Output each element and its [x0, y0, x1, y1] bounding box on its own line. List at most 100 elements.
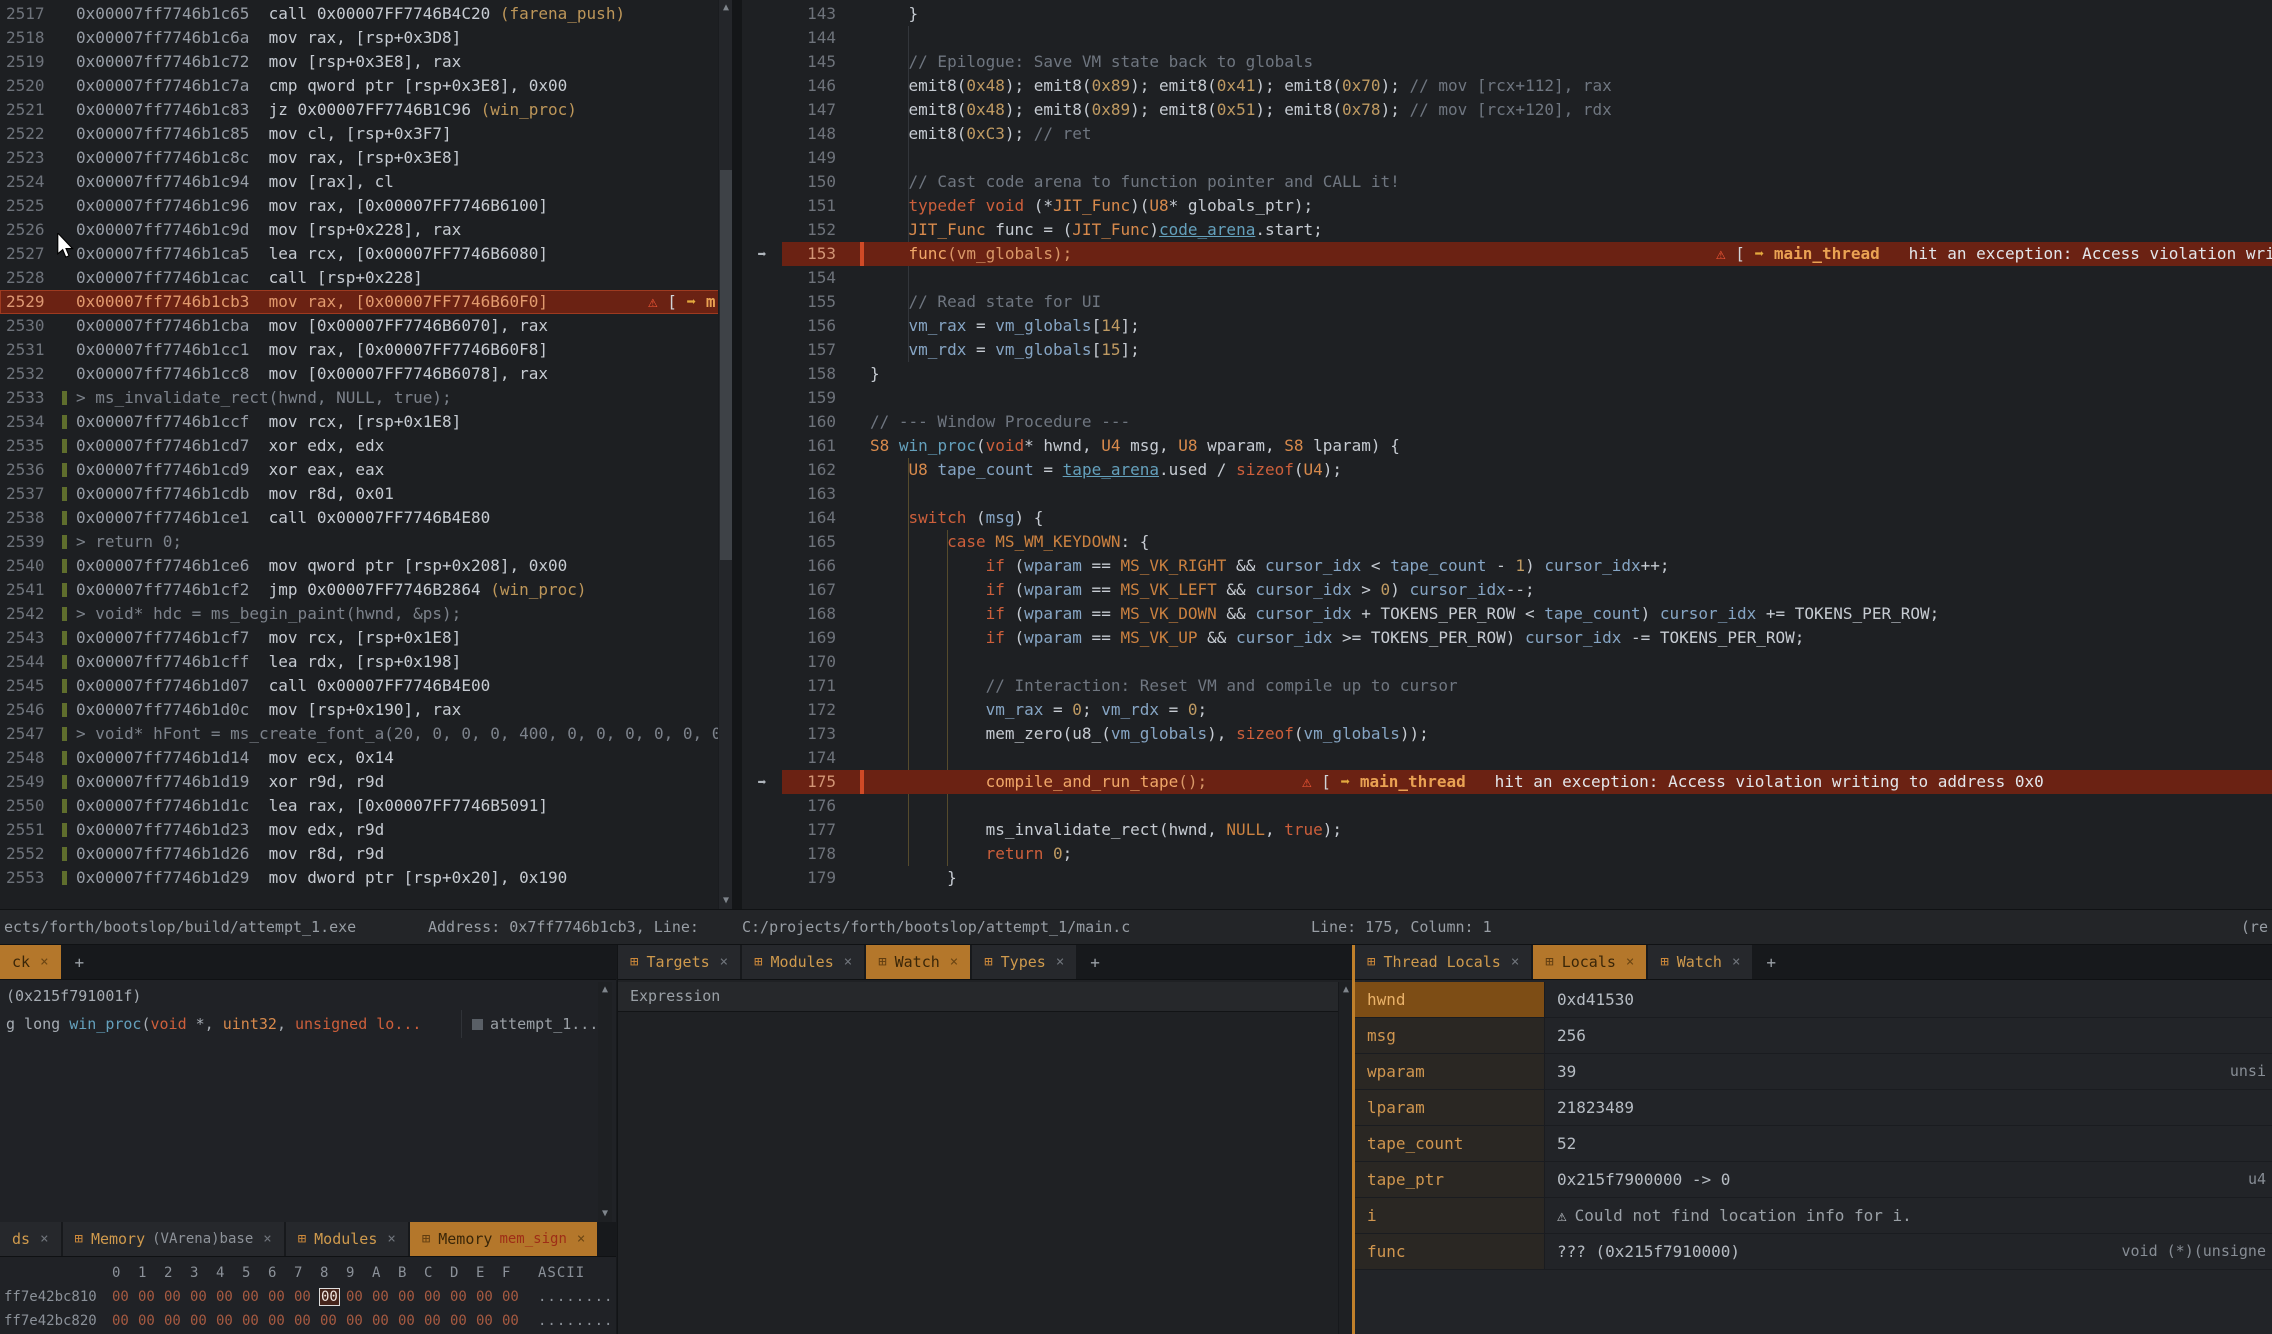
- scroll-up-icon[interactable]: ▲: [598, 982, 612, 998]
- memory-byte[interactable]: 00: [372, 1309, 398, 1333]
- memory-byte[interactable]: 00: [216, 1309, 242, 1333]
- source-row-148[interactable]: 148 emit8(0xC3); // ret: [742, 122, 2272, 146]
- breakpoint-gutter[interactable]: [742, 818, 782, 842]
- disasm-row-2536[interactable]: 25360x00007ff7746b1cd9 xor eax, eax: [0, 458, 732, 482]
- close-icon[interactable]: ×: [720, 954, 728, 970]
- memory-tab-memory[interactable]: ⊞Memorymem_sign×: [410, 1222, 598, 1256]
- source-row-150[interactable]: 150 // Cast code arena to function point…: [742, 170, 2272, 194]
- local-row-hwnd[interactable]: hwnd0xd41530: [1355, 982, 2272, 1018]
- watch-tab-watch[interactable]: ⊞Watch×: [866, 945, 970, 979]
- variable-name[interactable]: func: [1355, 1234, 1545, 1269]
- source-row-158[interactable]: 158}: [742, 362, 2272, 386]
- disasm-row-2523[interactable]: 25230x00007ff7746b1c8c mov rax, [rsp+0x3…: [0, 146, 732, 170]
- source-row-165[interactable]: 165 case MS_WM_KEYDOWN: {: [742, 530, 2272, 554]
- memory-byte[interactable]: 00: [502, 1285, 528, 1309]
- variable-value[interactable]: 0x215f7900000 -> 0u4: [1545, 1162, 2272, 1197]
- local-row-tape_ptr[interactable]: tape_ptr0x215f7900000 -> 0u4: [1355, 1162, 2272, 1198]
- local-row-tape_count[interactable]: tape_count52: [1355, 1126, 2272, 1162]
- disasm-row-2539[interactable]: 2539> return 0;: [0, 530, 732, 554]
- breakpoint-gutter[interactable]: [742, 458, 782, 482]
- close-icon[interactable]: ×: [577, 1231, 585, 1247]
- source-row-153[interactable]: ➡153 func(vm_globals);⚠ [ ➡ main_thread …: [742, 242, 2272, 266]
- source-row-175[interactable]: ➡175 compile_and_run_tape();⚠ [ ➡ main_t…: [742, 770, 2272, 794]
- disasm-row-2553[interactable]: 25530x00007ff7746b1d29 mov dword ptr [rs…: [0, 866, 732, 890]
- memory-byte[interactable]: 00: [216, 1285, 242, 1309]
- source-row-164[interactable]: 164 switch (msg) {: [742, 506, 2272, 530]
- disasm-row-2549[interactable]: 25490x00007ff7746b1d19 xor r9d, r9d: [0, 770, 732, 794]
- local-row-lparam[interactable]: lparam21823489: [1355, 1090, 2272, 1126]
- source-row-144[interactable]: 144: [742, 26, 2272, 50]
- close-icon[interactable]: ×: [1056, 954, 1064, 970]
- source-row-176[interactable]: 176: [742, 794, 2272, 818]
- scroll-up-icon[interactable]: ▲: [1339, 982, 1353, 998]
- breakpoint-gutter[interactable]: [742, 650, 782, 674]
- disasm-row-2543[interactable]: 25430x00007ff7746b1cf7 mov rcx, [rsp+0x1…: [0, 626, 732, 650]
- source-row-169[interactable]: 169 if (wparam == MS_VK_UP && cursor_idx…: [742, 626, 2272, 650]
- disasm-row-2524[interactable]: 25240x00007ff7746b1c94 mov [rax], cl: [0, 170, 732, 194]
- memory-tab-modules[interactable]: ⊞Modules×: [286, 1222, 408, 1256]
- source-row-170[interactable]: 170: [742, 650, 2272, 674]
- source-row-179[interactable]: 179 }: [742, 866, 2272, 890]
- memory-byte[interactable]: 00: [502, 1309, 528, 1333]
- variable-name[interactable]: hwnd: [1355, 982, 1545, 1017]
- local-row-msg[interactable]: msg256: [1355, 1018, 2272, 1054]
- breakpoint-gutter[interactable]: [742, 170, 782, 194]
- breakpoint-gutter[interactable]: [742, 338, 782, 362]
- memory-byte[interactable]: 00: [476, 1309, 502, 1333]
- close-icon[interactable]: ×: [387, 1231, 395, 1247]
- callstack-frame-1[interactable]: g long win_proc(void *, uint32, unsigned…: [0, 1010, 596, 1038]
- breakpoint-gutter[interactable]: [742, 530, 782, 554]
- disasm-row-2522[interactable]: 25220x00007ff7746b1c85 mov cl, [rsp+0x3F…: [0, 122, 732, 146]
- memory-byte[interactable]: 00: [372, 1285, 398, 1309]
- variable-value[interactable]: 52: [1545, 1126, 2272, 1161]
- source-row-157[interactable]: 157 vm_rdx = vm_globals[15];: [742, 338, 2272, 362]
- scroll-up-icon[interactable]: ▲: [719, 0, 732, 16]
- variable-name[interactable]: tape_ptr: [1355, 1162, 1545, 1197]
- disasm-row-2518[interactable]: 25180x00007ff7746b1c6a mov rax, [rsp+0x3…: [0, 26, 732, 50]
- local-row-i[interactable]: i⚠Could not find location info for i.: [1355, 1198, 2272, 1234]
- memory-byte[interactable]: 00: [294, 1309, 320, 1333]
- source-row-171[interactable]: 171 // Interaction: Reset VM and compile…: [742, 674, 2272, 698]
- source-row-177[interactable]: 177 ms_invalidate_rect(hwnd, NULL, true)…: [742, 818, 2272, 842]
- watch-scrollbar[interactable]: ▲: [1338, 982, 1352, 1334]
- breakpoint-gutter[interactable]: [742, 362, 782, 386]
- disasm-row-2546[interactable]: 25460x00007ff7746b1d0c mov [rsp+0x190], …: [0, 698, 732, 722]
- disasm-row-2525[interactable]: 25250x00007ff7746b1c96 mov rax, [0x00007…: [0, 194, 732, 218]
- source-row-145[interactable]: 145 // Epilogue: Save VM state back to g…: [742, 50, 2272, 74]
- memory-byte[interactable]: 00: [112, 1309, 138, 1333]
- watch-tab-types[interactable]: ⊞Types×: [972, 945, 1076, 979]
- memory-byte[interactable]: 00: [138, 1285, 164, 1309]
- breakpoint-gutter[interactable]: [742, 2, 782, 26]
- breakpoint-gutter[interactable]: [742, 26, 782, 50]
- disasm-row-2526[interactable]: 25260x00007ff7746b1c9d mov [rsp+0x228], …: [0, 218, 732, 242]
- memory-hex-view[interactable]: 0123456789ABCDEFASCIIff7e42bc81000000000…: [0, 1257, 616, 1334]
- memory-row-1[interactable]: ff7e42bc82000000000000000000000000000000…: [0, 1309, 616, 1333]
- memory-byte[interactable]: 00: [112, 1285, 138, 1309]
- disasm-row-2552[interactable]: 25520x00007ff7746b1d26 mov r8d, r9d: [0, 842, 732, 866]
- source-row-155[interactable]: 155 // Read state for UI: [742, 290, 2272, 314]
- disasm-row-2548[interactable]: 25480x00007ff7746b1d14 mov ecx, 0x14: [0, 746, 732, 770]
- execution-arrow-icon[interactable]: ➡: [742, 242, 782, 266]
- memory-byte[interactable]: 00: [268, 1285, 294, 1309]
- source-row-167[interactable]: 167 if (wparam == MS_VK_LEFT && cursor_i…: [742, 578, 2272, 602]
- breakpoint-gutter[interactable]: [742, 578, 782, 602]
- breakpoint-gutter[interactable]: [742, 50, 782, 74]
- source-row-152[interactable]: 152 JIT_Func func = (JIT_Func)code_arena…: [742, 218, 2272, 242]
- close-icon[interactable]: ×: [1626, 954, 1634, 970]
- breakpoint-gutter[interactable]: [742, 386, 782, 410]
- disasm-row-2535[interactable]: 25350x00007ff7746b1cd7 xor edx, edx: [0, 434, 732, 458]
- disasm-row-2541[interactable]: 25410x00007ff7746b1cf2 jmp 0x00007FF7746…: [0, 578, 732, 602]
- disasm-row-2521[interactable]: 25210x00007ff7746b1c83 jz 0x00007FF7746B…: [0, 98, 732, 122]
- locals-tab-thread-locals[interactable]: ⊞Thread Locals×: [1355, 945, 1531, 979]
- source-row-173[interactable]: 173 mem_zero(u8_(vm_globals), sizeof(vm_…: [742, 722, 2272, 746]
- source-row-146[interactable]: 146 emit8(0x48); emit8(0x89); emit8(0x41…: [742, 74, 2272, 98]
- breakpoint-gutter[interactable]: [742, 194, 782, 218]
- breakpoint-gutter[interactable]: [742, 146, 782, 170]
- watch-tab-targets[interactable]: ⊞Targets×: [618, 945, 740, 979]
- breakpoint-gutter[interactable]: [742, 674, 782, 698]
- disasm-row-2542[interactable]: 2542> void* hdc = ms_begin_paint(hwnd, &…: [0, 602, 732, 626]
- variable-value[interactable]: ⚠Could not find location info for i.: [1545, 1198, 2272, 1233]
- breakpoint-gutter[interactable]: [742, 482, 782, 506]
- variable-name[interactable]: msg: [1355, 1018, 1545, 1053]
- disasm-row-2538[interactable]: 25380x00007ff7746b1ce1 call 0x00007FF774…: [0, 506, 732, 530]
